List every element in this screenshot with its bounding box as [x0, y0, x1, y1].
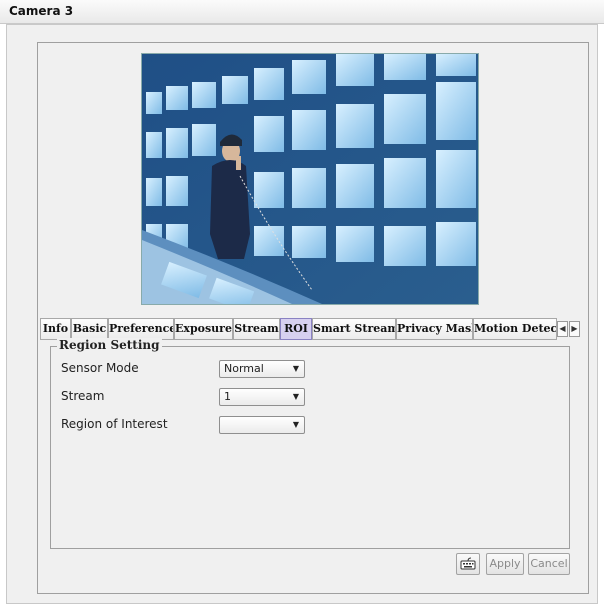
stream-label: Stream [61, 389, 105, 403]
window-titlebar: Camera 3 [0, 0, 604, 24]
keyboard-button[interactable] [456, 553, 480, 575]
sensor-mode-select[interactable]: Normal ▼ [219, 360, 305, 378]
tab-motion-detection[interactable]: Motion Detecti [473, 318, 557, 340]
camera-preview-image [141, 53, 479, 305]
sensor-mode-value: Normal [224, 362, 264, 375]
settings-frame: Info Basic Preference Exposure Stream RO… [37, 42, 589, 594]
region-setting-group: Region Setting Sensor Mode Normal ▼ Stre… [50, 338, 570, 549]
chevron-down-icon: ▼ [292, 420, 299, 429]
tab-roi[interactable]: ROI [280, 318, 312, 340]
region-of-interest-label: Region of Interest [61, 417, 168, 431]
window-title: Camera 3 [9, 4, 74, 18]
stream-value: 1 [224, 390, 231, 403]
chevron-down-icon: ▼ [292, 364, 299, 373]
keyboard-icon [460, 557, 476, 570]
tab-preference[interactable]: Preference [108, 318, 174, 340]
tab-exposure[interactable]: Exposure [174, 318, 233, 340]
region-setting-title: Region Setting [57, 338, 162, 352]
tab-info[interactable]: Info [40, 318, 71, 340]
tab-scroll-left-icon[interactable]: ◀ [557, 321, 568, 337]
tab-privacy-mask[interactable]: Privacy Mask [396, 318, 473, 340]
apply-button[interactable]: Apply [486, 553, 524, 575]
region-of-interest-select[interactable]: ▼ [219, 416, 305, 434]
tab-scroll-right-icon[interactable]: ▶ [569, 321, 580, 337]
cancel-button[interactable]: Cancel [528, 553, 570, 575]
tab-basic[interactable]: Basic [71, 318, 108, 340]
camera-settings-window: Info Basic Preference Exposure Stream RO… [6, 24, 598, 604]
sensor-mode-label: Sensor Mode [61, 361, 139, 375]
tab-stream[interactable]: Stream [233, 318, 280, 340]
chevron-down-icon: ▼ [292, 392, 299, 401]
stream-select[interactable]: 1 ▼ [219, 388, 305, 406]
tab-smart-stream[interactable]: Smart Stream [312, 318, 396, 340]
